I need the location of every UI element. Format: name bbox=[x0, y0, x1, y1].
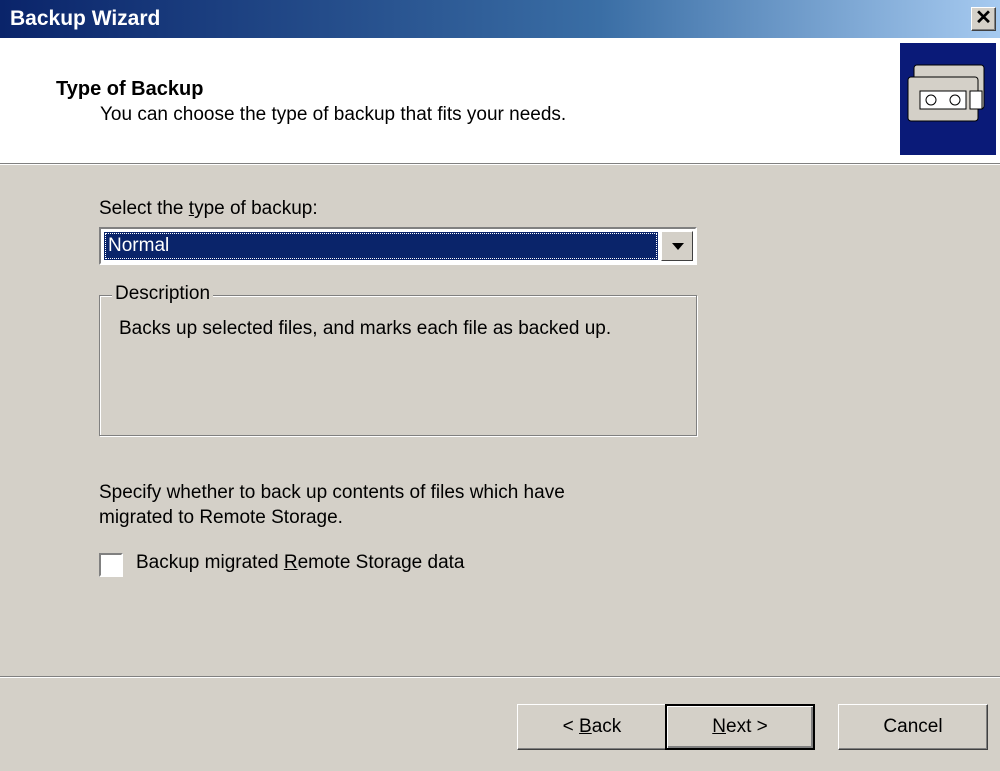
backup-type-selected-value[interactable]: Normal bbox=[104, 232, 658, 260]
backup-type-select[interactable]: Normal bbox=[99, 227, 697, 265]
remote-storage-instructions: Specify whether to back up contents of f… bbox=[99, 480, 699, 530]
description-text: Backs up selected files, and marks each … bbox=[119, 318, 612, 339]
remote-storage-checkbox[interactable] bbox=[99, 553, 123, 577]
cancel-button[interactable]: Cancel bbox=[838, 704, 988, 750]
page-subtitle: You can choose the type of backup that f… bbox=[100, 104, 567, 125]
instructions-line-2: migrated to Remote Storage. bbox=[99, 507, 343, 528]
description-groupbox bbox=[99, 295, 697, 436]
dropdown-button[interactable] bbox=[661, 231, 693, 261]
label-part: Select the bbox=[99, 198, 189, 219]
button-label-part: ext > bbox=[726, 716, 768, 737]
button-accelerator: B bbox=[579, 716, 592, 737]
description-legend: Description bbox=[112, 283, 214, 305]
footer-separator-highlight bbox=[0, 677, 1000, 678]
title-bar: Backup Wizard ✕ bbox=[0, 0, 1000, 38]
backup-type-label: Select the type of backup: bbox=[99, 198, 318, 220]
label-part: ype of backup: bbox=[194, 198, 318, 219]
close-icon: ✕ bbox=[975, 7, 992, 29]
chevron-down-icon bbox=[672, 243, 684, 250]
back-button[interactable]: < Back bbox=[517, 704, 667, 750]
button-accelerator: N bbox=[712, 716, 726, 737]
page-title: Type of Backup bbox=[56, 78, 204, 100]
header-separator bbox=[0, 164, 1000, 165]
wizard-header: Type of Backup You can choose the type o… bbox=[0, 38, 1000, 164]
button-label-part: < bbox=[562, 716, 580, 737]
label-part: Backup migrated bbox=[136, 552, 284, 573]
backup-tapes-icon bbox=[900, 43, 996, 155]
close-button[interactable]: ✕ bbox=[971, 7, 996, 31]
remote-storage-checkbox-label[interactable]: Backup migrated Remote Storage data bbox=[136, 552, 464, 574]
window-title: Backup Wizard bbox=[10, 7, 161, 30]
next-button[interactable]: Next > bbox=[665, 704, 815, 750]
button-label-part: ack bbox=[591, 716, 622, 737]
label-accelerator: R bbox=[283, 552, 298, 573]
instructions-line-1: Specify whether to back up contents of f… bbox=[99, 482, 565, 503]
label-part: emote Storage data bbox=[297, 552, 465, 573]
